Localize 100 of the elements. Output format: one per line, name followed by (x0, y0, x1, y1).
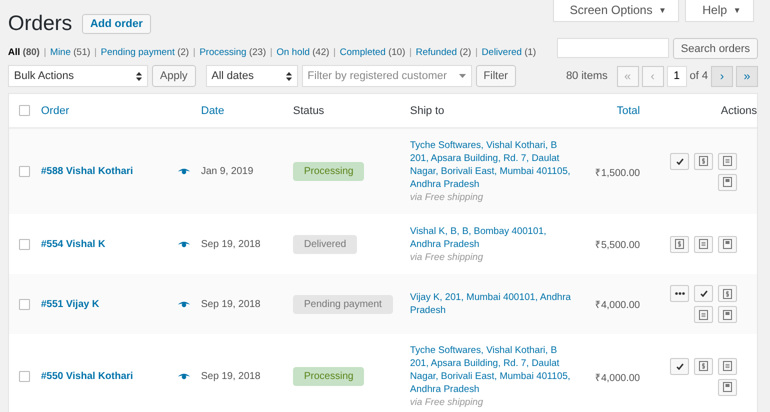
column-header: Actions (720, 104, 757, 116)
eye-icon[interactable] (178, 168, 190, 175)
shipping-method: via Free shipping (410, 396, 484, 409)
document-button[interactable] (718, 152, 737, 170)
document-icon (723, 361, 732, 371)
order-link[interactable]: #550 Vishal Kothari (41, 371, 167, 382)
checkbox[interactable] (19, 105, 30, 116)
dollar-document-button[interactable] (670, 236, 689, 252)
column-header[interactable]: Date (201, 104, 224, 116)
filter-button[interactable]: Filter (476, 65, 516, 87)
order-date: Sep 19, 2018 (201, 371, 262, 382)
column-header[interactable]: Order (41, 104, 70, 116)
label-document-button[interactable] (718, 236, 737, 252)
dropdown-caret-icon (458, 74, 466, 78)
eye-icon[interactable] (178, 300, 190, 308)
shipping-address[interactable]: Tyche Softwares, Vishal Kothari, B 201, Apsara Building, Rd. 7, Daulat Nagar, Borivali East, Mumbai 401105, Andhra Pradesh (410, 344, 574, 396)
dollar-document-icon (699, 156, 708, 166)
separator: | (409, 47, 412, 58)
separator: | (270, 47, 272, 58)
status-tag: Pending payment (293, 294, 393, 314)
status-filter-link[interactable]: Pending payment (2) (100, 47, 189, 58)
document-icon (723, 156, 732, 166)
order-link[interactable]: #551 Vijay K (41, 298, 167, 310)
order-total: ₹1,500.00 (595, 166, 640, 178)
status-tag: Processing (293, 162, 364, 181)
label-document-icon (723, 310, 732, 320)
dollar-document-icon (675, 239, 684, 249)
more-button[interactable] (670, 285, 689, 302)
order-total: ₹4,000.00 (595, 299, 640, 311)
document-button[interactable] (694, 306, 713, 323)
separator: | (44, 47, 46, 58)
search-button[interactable]: Search orders (672, 38, 758, 59)
status-filter-link[interactable]: On hold (42) (276, 47, 330, 58)
dollar-document-button[interactable] (694, 152, 713, 170)
label-document-icon (723, 239, 732, 249)
column-header: Ship to (410, 104, 444, 116)
shipping-address[interactable]: Vijay K, 201, Mumbai 400101, Andhra Pradesh (410, 291, 574, 317)
status-filter-link[interactable]: Completed (10) (340, 47, 406, 58)
check-icon (676, 362, 684, 370)
search-field[interactable] (556, 38, 669, 58)
separator: | (192, 47, 196, 58)
order-link[interactable]: #554 Vishal K (41, 238, 167, 250)
select-arrows-icon (286, 72, 292, 80)
checkbox[interactable] (19, 371, 30, 382)
dollar-document-button[interactable] (718, 285, 737, 302)
date-select[interactable]: All dates (206, 65, 298, 87)
separator: | (94, 47, 97, 58)
document-button[interactable] (694, 236, 713, 252)
page-title: Orders (8, 12, 72, 36)
separator: | (475, 47, 478, 58)
label-document-icon (723, 177, 732, 187)
document-button[interactable] (718, 358, 737, 374)
check-button[interactable] (670, 152, 689, 170)
pagination-button[interactable]: › (711, 66, 733, 86)
dollar-document-button[interactable] (694, 358, 713, 374)
document-icon (699, 310, 708, 320)
bulk-actions-select[interactable]: Bulk Actions (8, 65, 148, 87)
add-order-button[interactable]: Add order (82, 14, 151, 34)
top-tab[interactable]: Help ▼ (685, 0, 754, 22)
order-total: ₹4,000.00 (595, 372, 640, 384)
label-document-button[interactable] (718, 306, 737, 323)
order-date: Jan 9, 2019 (201, 166, 254, 177)
pagination-button[interactable]: » (736, 66, 758, 86)
check-icon (676, 158, 684, 164)
separator: | (333, 47, 336, 58)
column-header: Status (293, 104, 324, 116)
customer-filter-field[interactable]: Filter by registered customer (302, 65, 472, 87)
document-icon (699, 239, 708, 249)
eye-icon[interactable] (178, 373, 190, 380)
status-filter-link[interactable]: Delivered (1) (482, 47, 536, 58)
more-icon (674, 292, 684, 295)
status-tag: Delivered (293, 234, 358, 254)
items-count: 80 items (566, 70, 608, 82)
order-date: Sep 19, 2018 (201, 298, 262, 310)
check-button[interactable] (694, 285, 713, 302)
apply-button[interactable]: Apply (152, 65, 196, 87)
select-arrows-icon (136, 72, 142, 80)
check-icon (700, 290, 708, 297)
label-document-icon (723, 382, 732, 392)
checkbox[interactable] (19, 298, 30, 310)
shipping-address[interactable]: Tyche Softwares, Vishal Kothari, B 201, Apsara Building, Rd. 7, Daulat Nagar, Borivali East, Mumbai 401105, Andhra Pradesh (410, 139, 574, 191)
dollar-document-icon (699, 361, 708, 371)
column-header[interactable]: Total (616, 104, 640, 116)
order-link[interactable]: #588 Vishal Kothari (41, 166, 167, 177)
dollar-document-icon (723, 288, 732, 298)
page-field[interactable]: 1 (666, 66, 687, 86)
top-tab[interactable]: Screen Options ▼ (552, 0, 680, 22)
status-tag: Processing (293, 367, 364, 386)
checkbox[interactable] (19, 238, 30, 250)
checkbox[interactable] (19, 166, 30, 177)
status-filter-link[interactable]: Mine (51) (50, 47, 90, 58)
status-filter-link[interactable]: Processing (23) (199, 47, 266, 58)
label-document-button[interactable] (718, 378, 737, 396)
shipping-address[interactable]: Vishal K, B, B, Bombay 400101, Andhra Pradesh (410, 224, 574, 250)
page-count: of 4 (690, 70, 708, 82)
status-filter-link[interactable]: Refunded (2) (416, 47, 472, 58)
check-button[interactable] (670, 358, 689, 374)
status-filter-link[interactable]: All (80) (8, 47, 40, 58)
label-document-button[interactable] (718, 174, 737, 190)
eye-icon[interactable] (178, 240, 190, 248)
